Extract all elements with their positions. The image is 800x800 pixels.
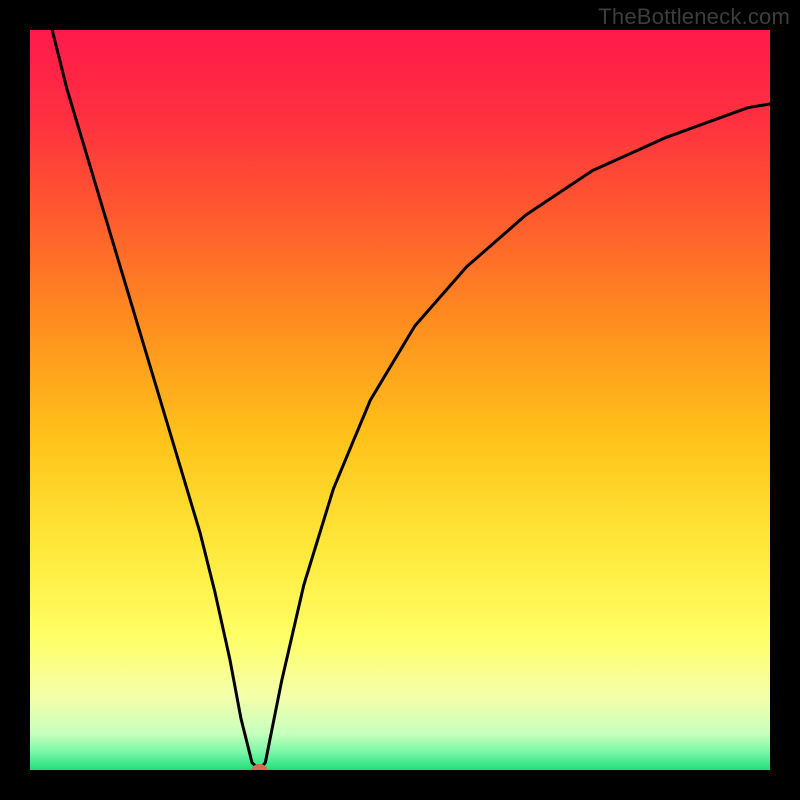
plot-area (30, 30, 770, 770)
bottleneck-chart (30, 30, 770, 770)
chart-frame: TheBottleneck.com (0, 0, 800, 800)
watermark-text: TheBottleneck.com (598, 4, 790, 30)
